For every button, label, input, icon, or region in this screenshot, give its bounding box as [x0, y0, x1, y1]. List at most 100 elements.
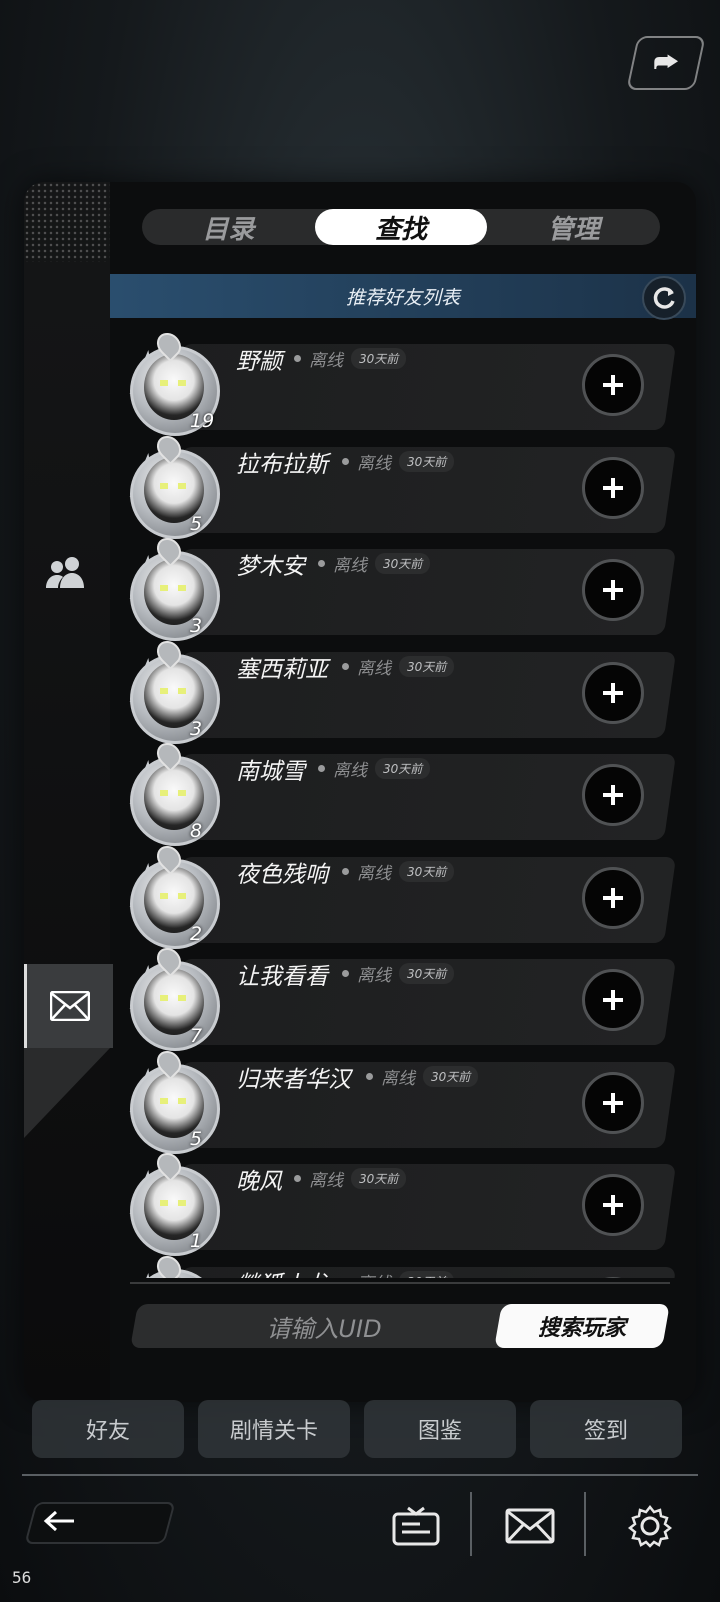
friend-status: 离线 [309, 1171, 343, 1191]
avatar[interactable]: 2 [122, 841, 226, 949]
plus-icon [603, 1093, 623, 1113]
friend-level: 5 [190, 1128, 203, 1150]
friend-status: 离线 [333, 556, 367, 576]
friend-level: 1 [190, 1230, 203, 1252]
last-online: 30天前 [375, 758, 431, 779]
friend-row[interactable]: 3 塞西莉亚 离线 30天前 [110, 636, 696, 744]
add-friend-button[interactable] [582, 764, 644, 826]
status-dot [342, 970, 349, 977]
list-divider [130, 1282, 670, 1284]
last-online: 30天前 [351, 1168, 407, 1189]
game-logo-icon[interactable]: ⮫ [626, 36, 706, 90]
friend-status-group: 离线 30天前 [342, 1269, 455, 1278]
avatar[interactable]: 1 [122, 1148, 226, 1256]
avatar-eyes [160, 585, 186, 591]
recommend-title: 推荐好友列表 [345, 286, 460, 309]
add-friend-button[interactable] [582, 1174, 644, 1236]
side-decor [24, 1048, 110, 1138]
add-friend-button[interactable] [582, 1072, 644, 1134]
tab-bar: 目录 查找 管理 [142, 209, 660, 245]
friend-list[interactable]: 19 野颛 离线 30天前 5 拉布拉斯 离线 30天前 3 梦木安 离线 30… [110, 332, 696, 1278]
status-dot [342, 663, 349, 670]
dot-pattern [24, 182, 110, 262]
side-nav [24, 182, 113, 1402]
divider [584, 1492, 586, 1556]
avatar[interactable]: 19 [122, 332, 226, 436]
fps-counter: 56 [12, 1568, 32, 1587]
plus-icon [603, 580, 623, 600]
friend-status-group: 离线 30天前 [342, 961, 455, 986]
avatar-eyes [160, 790, 186, 796]
add-friend-button[interactable] [582, 662, 644, 724]
last-online: 30天前 [399, 656, 455, 677]
avatar[interactable]: 7 [122, 943, 226, 1051]
mail-side-tab[interactable] [24, 964, 113, 1048]
avatar[interactable] [122, 1251, 226, 1278]
mail-icon[interactable] [504, 1504, 556, 1548]
status-dot [318, 765, 325, 772]
settings-gear-icon[interactable] [624, 1504, 676, 1548]
avatar[interactable]: 3 [122, 636, 226, 744]
friend-level: 5 [190, 513, 203, 535]
friend-name: 野颛 [236, 349, 282, 375]
notice-board-icon[interactable] [390, 1504, 442, 1548]
bottom-tab-codex[interactable]: 图鉴 [364, 1400, 516, 1458]
friend-row[interactable]: 19 野颛 离线 30天前 [110, 332, 696, 436]
friend-status: 离线 [333, 761, 367, 781]
add-friend-button[interactable] [582, 354, 644, 416]
avatar[interactable]: 8 [122, 738, 226, 846]
back-arrow-icon [43, 1510, 74, 1532]
bottom-tab-friends[interactable]: 好友 [32, 1400, 184, 1458]
friends-icon[interactable] [44, 554, 88, 590]
add-friend-button[interactable] [582, 969, 644, 1031]
refresh-button[interactable] [642, 276, 686, 320]
friend-level: 3 [190, 718, 203, 740]
last-online: 30天前 [399, 861, 455, 882]
avatar-eyes [160, 995, 186, 1001]
search-player-button[interactable]: 搜索玩家 [498, 1304, 666, 1348]
friend-row[interactable]: 2 夜色残响 离线 30天前 [110, 841, 696, 949]
last-online: 30天前 [399, 451, 455, 472]
friend-row[interactable]: 5 归来者华汉 离线 30天前 [110, 1046, 696, 1154]
friend-level: 8 [190, 820, 203, 842]
status-dot [318, 560, 325, 567]
last-online: 30天前 [375, 553, 431, 574]
plus-icon [603, 375, 623, 395]
tab-manage[interactable]: 管理 [487, 209, 660, 245]
mail-icon [50, 991, 90, 1021]
tab-search[interactable]: 查找 [314, 209, 488, 245]
avatar[interactable]: 5 [122, 431, 226, 539]
friend-row[interactable]: 燚狐小龙 离线 30天前 [110, 1251, 696, 1278]
friend-name: 梦木安 [236, 554, 305, 580]
add-friend-button[interactable] [582, 559, 644, 621]
friend-row[interactable]: 5 拉布拉斯 离线 30天前 [110, 431, 696, 539]
tab-catalog[interactable]: 目录 [142, 209, 315, 245]
friend-row[interactable]: 7 让我看看 离线 30天前 [110, 943, 696, 1051]
add-friend-button[interactable] [582, 457, 644, 519]
friends-panel: 目录 查找 管理 推荐好友列表 19 野颛 离线 30天前 5 拉布拉斯 离线 … [24, 182, 696, 1402]
friend-name: 塞西莉亚 [236, 657, 328, 683]
add-friend-button[interactable] [582, 867, 644, 929]
friend-status-group: 离线 30天前 [342, 449, 455, 474]
avatar-eyes [160, 1098, 186, 1104]
status-dot [366, 1073, 373, 1080]
friend-row[interactable]: 8 南城雪 离线 30天前 [110, 738, 696, 846]
friend-status-group: 离线 30天前 [366, 1064, 479, 1089]
uid-input[interactable]: 请输入UID [134, 1304, 514, 1348]
friend-status: 离线 [381, 1069, 415, 1089]
friend-status: 离线 [357, 659, 391, 679]
friend-name: 让我看看 [236, 964, 328, 990]
avatar[interactable]: 3 [122, 533, 226, 641]
friend-row[interactable]: 3 梦木安 离线 30天前 [110, 533, 696, 641]
avatar[interactable]: 5 [122, 1046, 226, 1154]
avatar-eyes [160, 688, 186, 694]
bottom-tab-checkin[interactable]: 签到 [530, 1400, 682, 1458]
last-online: 30天前 [423, 1066, 479, 1087]
friend-status: 离线 [309, 351, 343, 371]
friend-status-group: 离线 30天前 [318, 551, 431, 576]
friend-name: 燚狐小龙 [236, 1265, 328, 1278]
bottom-tab-story[interactable]: 剧情关卡 [198, 1400, 350, 1458]
avatar-eyes [160, 893, 186, 899]
friend-name: 晚风 [236, 1169, 282, 1195]
friend-row[interactable]: 1 晚风 离线 30天前 [110, 1148, 696, 1256]
